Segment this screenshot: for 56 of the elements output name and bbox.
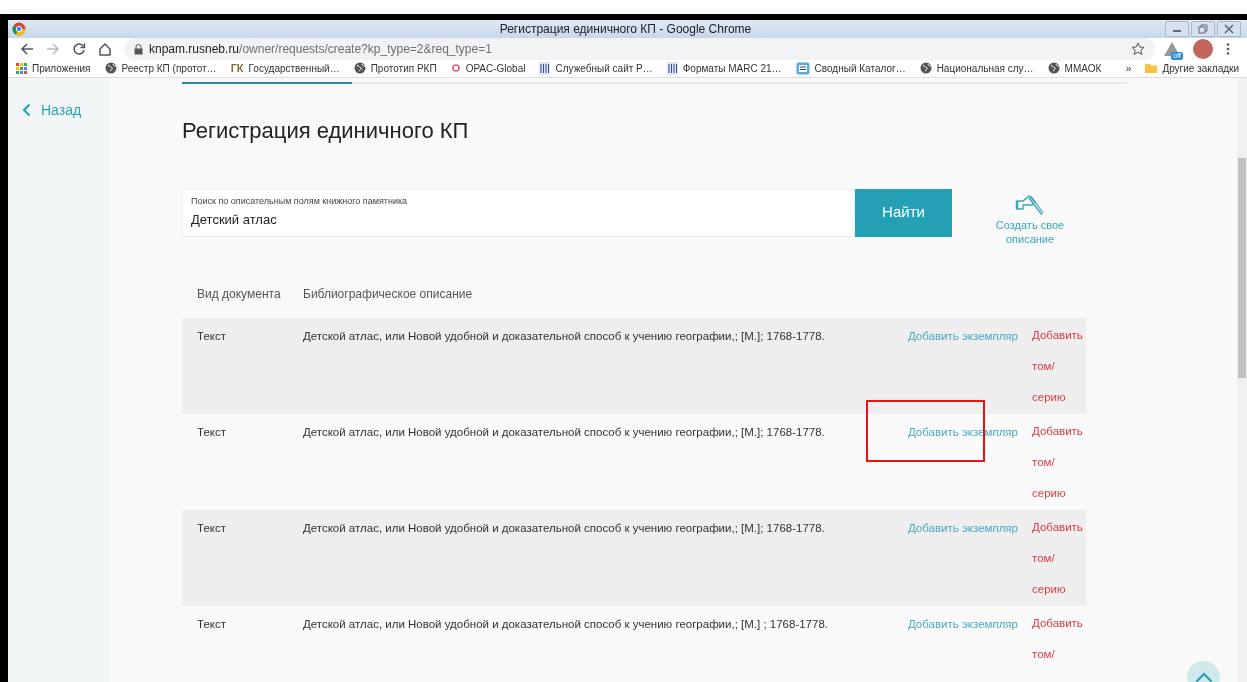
add-volume-link[interactable]: Добавить том/: [1032, 605, 1086, 682]
scrollbar-thumb[interactable]: [1238, 157, 1246, 378]
star-icon[interactable]: [1131, 42, 1145, 56]
back-arrow-icon: [20, 42, 34, 56]
columns-logo-icon: [666, 61, 678, 75]
forward-arrow-icon: [46, 42, 60, 56]
avatar[interactable]: [1193, 39, 1213, 59]
restore-icon: [1198, 24, 1208, 34]
browser-logo-icon: [12, 22, 26, 36]
page-title: Регистрация единичного КП: [182, 116, 470, 145]
close-icon: [1224, 24, 1234, 34]
bookmark-logo: ГК: [230, 61, 244, 76]
lock-icon: [134, 43, 143, 55]
table-cell-text: Текст: [197, 616, 227, 632]
add-volume-link[interactable]: Добавить том/ серию: [1032, 509, 1086, 606]
column-header: Вид документа: [197, 285, 282, 303]
bookmark[interactable]: ГК Государственный…: [230, 60, 340, 77]
add-volume-link[interactable]: Добавить том/ серию: [1032, 317, 1086, 414]
close-button[interactable]: [1217, 21, 1241, 37]
table-cell-text: Детской атлас, или Новой удобной и доказательной способ к учению географии,; [М.]; 1768-1778.: [303, 424, 826, 440]
bookmark[interactable]: OPAC-Global: [450, 60, 526, 76]
search-label: Поиск по описательным полям книжного памятника: [191, 194, 409, 207]
bookmark[interactable]: Национальная слу…: [919, 60, 1034, 76]
other-bookmarks[interactable]: Другие закладки: [1145, 60, 1239, 76]
table-cell-text: Текст: [197, 328, 227, 344]
bookmark[interactable]: Служебный сайт Р…: [539, 60, 653, 76]
add-volume-link[interactable]: Добавить том/ серию: [1032, 413, 1086, 510]
column-header: Библиографическое описание: [303, 285, 473, 303]
apps-grid-icon: [16, 62, 27, 74]
bookmark[interactable]: Прототип РКП: [353, 60, 437, 76]
search-input[interactable]: Детский атлас: [191, 209, 846, 229]
address-field[interactable]: knpam.rusneb.ru/owner/requests/create?kp_type=2&req_type=1: [124, 38, 1155, 60]
restore-button[interactable]: [1191, 21, 1215, 37]
table-cell-text: Детской атлас, или Новой удобной и доказательной способ к учению географии,; [М.] ; 1768-1778.: [303, 616, 829, 632]
scrollbar[interactable]: [1237, 77, 1247, 682]
bookmark[interactable]: ММАОК: [1047, 60, 1102, 76]
folder-icon: [1145, 62, 1158, 75]
url-text: knpam.rusneb.ru/owner/requests/create?kp_type=2&req_type=1: [149, 41, 492, 58]
columns-logo-icon: [539, 61, 551, 75]
bookmark[interactable]: Форматы MARC 21…: [666, 60, 782, 76]
search-field[interactable]: Поиск по описательным полям книжного памятника Детский атлас: [182, 188, 855, 237]
bookmark[interactable]: Реестр КП (протот…: [104, 60, 217, 76]
bookmarks-overflow[interactable]: »: [1125, 60, 1132, 76]
ring-icon: [450, 63, 461, 74]
chevron-left-icon: [22, 103, 31, 117]
window-title: Регистрация единичного КП - Google Chrome: [498, 21, 753, 38]
table-cell-text: Детской атлас, или Новой удобной и доказательной способ к учению географии,; [М.]; 1768-1778.: [303, 328, 826, 344]
table-cell-text: Детской атлас, или Новой удобной и доказательной способ к учению географии,; [М.]; 1768-1778.: [303, 520, 826, 536]
table-cell-text: Текст: [197, 520, 227, 536]
home-icon: [98, 42, 112, 56]
chevron-up-icon: [1194, 671, 1213, 682]
table-cell-text: Текст: [197, 424, 227, 440]
minimize-button[interactable]: [1165, 21, 1189, 37]
bookmark[interactable]: Приложения: [16, 60, 91, 76]
reload-icon: [72, 42, 86, 56]
bookmark[interactable]: Сводный Каталог…: [795, 60, 906, 76]
